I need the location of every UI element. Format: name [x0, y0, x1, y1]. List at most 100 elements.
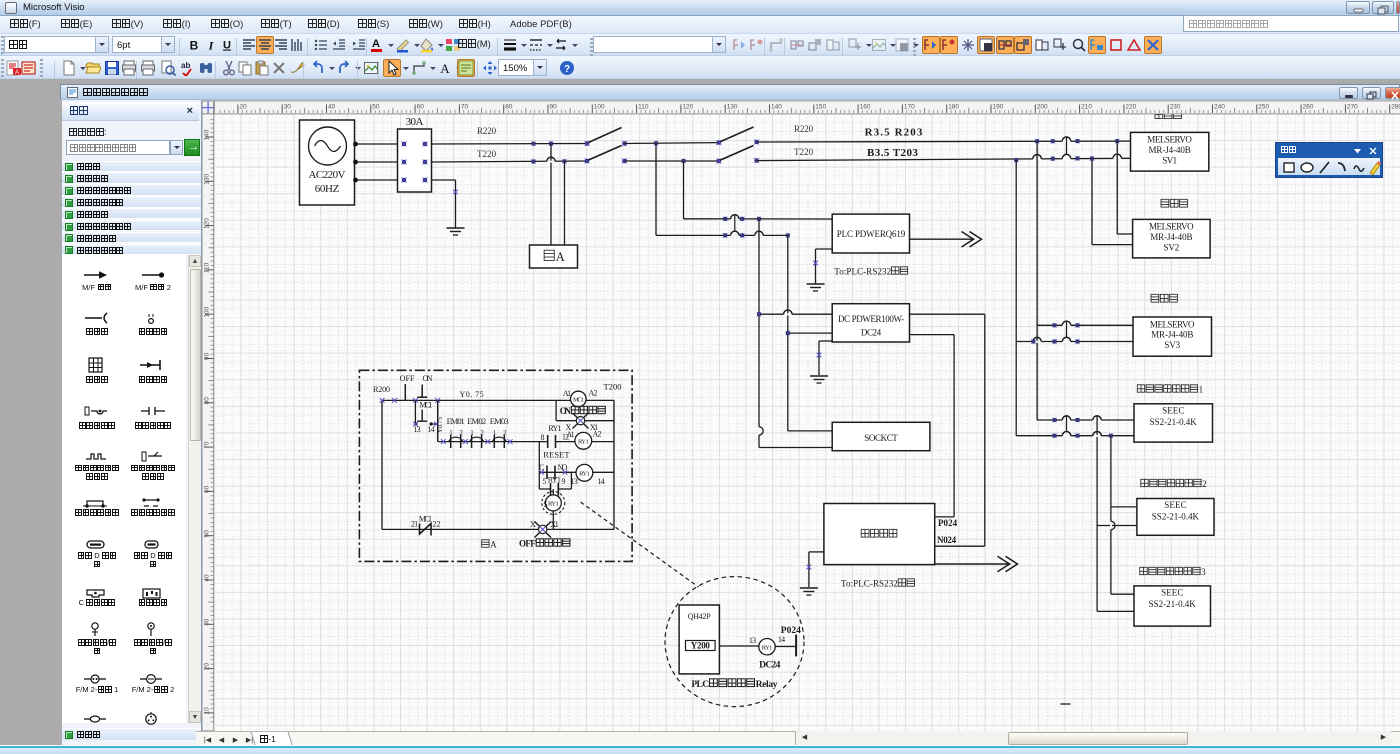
svg-text:1: 1	[470, 429, 474, 437]
svg-text:RY1: RY1	[547, 476, 560, 485]
svg-text:10: 10	[203, 707, 210, 715]
svg-text:90: 90	[203, 353, 210, 361]
svg-text:21: 21	[410, 520, 417, 529]
svg-text:MR-J4-40B: MR-J4-40B	[1150, 232, 1192, 242]
svg-text:N024: N024	[937, 535, 957, 545]
svg-text:A: A	[440, 61, 450, 76]
svg-text:60HZ: 60HZ	[314, 183, 339, 195]
svg-text:250: 250	[1258, 104, 1269, 111]
svg-text:40: 40	[203, 574, 210, 582]
svg-text:70: 70	[203, 441, 210, 449]
svg-text:170: 170	[903, 104, 914, 111]
svg-text:13: 13	[413, 425, 420, 434]
svg-text:C: C	[539, 463, 544, 472]
svg-text:QH42P: QH42P	[687, 612, 710, 621]
svg-text:SEEC: SEEC	[1164, 500, 1186, 510]
svg-text:RY1: RY1	[761, 645, 772, 652]
svg-text:OFF: OFF	[519, 539, 536, 549]
svg-text:DC24: DC24	[759, 661, 781, 671]
svg-text:5: 5	[543, 500, 547, 509]
svg-text:Y0.75: Y0.75	[436, 416, 444, 433]
svg-text:X: X	[565, 423, 571, 432]
svg-text:Y0. 75: Y0. 75	[459, 390, 483, 399]
svg-text:9: 9	[561, 477, 565, 486]
svg-text:EM01: EM01	[446, 416, 464, 426]
svg-text:60: 60	[203, 485, 210, 493]
svg-text:ON: ON	[559, 406, 571, 416]
svg-text:To:PLC-RS232: To:PLC-RS232	[834, 267, 891, 277]
svg-text:13: 13	[748, 636, 755, 645]
svg-text:80: 80	[203, 397, 210, 405]
svg-text:RY1: RY1	[578, 439, 589, 446]
svg-text:A2: A2	[588, 389, 597, 398]
svg-text:240: 240	[1214, 104, 1225, 111]
svg-text:Relay: Relay	[755, 680, 777, 690]
svg-text:RESET: RESET	[543, 450, 570, 460]
svg-text:B3.5 T203: B3.5 T203	[867, 147, 918, 159]
svg-text:130: 130	[726, 104, 737, 111]
svg-text:MELSERVO: MELSERVO	[1147, 135, 1192, 145]
svg-text:SV3: SV3	[1164, 340, 1180, 350]
svg-text:SV2: SV2	[1163, 242, 1179, 252]
svg-text:PLC PDWERQ619: PLC PDWERQ619	[836, 229, 905, 239]
svg-text:Y200: Y200	[690, 640, 710, 650]
svg-text:MC1: MC1	[419, 401, 432, 410]
svg-text:50: 50	[203, 530, 210, 538]
svg-text:80: 80	[505, 104, 513, 111]
svg-text:SEEC: SEEC	[1162, 405, 1184, 415]
svg-text:EM03: EM03	[489, 416, 508, 426]
svg-text:2: 2	[459, 429, 463, 437]
svg-text:A: A	[372, 38, 380, 50]
svg-text:A: A	[15, 70, 19, 76]
svg-text:T220: T220	[477, 149, 497, 159]
svg-text:T220: T220	[794, 147, 814, 157]
svg-text:SS2-21-0.4K: SS2-21-0.4K	[1148, 599, 1196, 609]
svg-text:NO: NO	[557, 463, 567, 472]
svg-text:280: 280	[1391, 104, 1400, 111]
svg-text:I: I	[208, 39, 215, 53]
svg-text:A: A	[490, 540, 497, 550]
svg-text:2: 2	[503, 429, 507, 437]
svg-text:110: 110	[203, 262, 210, 273]
svg-text:A: A	[555, 250, 564, 264]
svg-text:180: 180	[948, 104, 959, 111]
svg-text:SS2-21-0.4K: SS2-21-0.4K	[1151, 512, 1199, 522]
svg-text:14: 14	[597, 477, 604, 486]
svg-text:150: 150	[815, 104, 826, 111]
svg-text:MC1: MC1	[418, 515, 431, 524]
svg-text:60: 60	[416, 104, 424, 111]
svg-text:EM02: EM02	[467, 416, 486, 426]
svg-text:140: 140	[203, 129, 210, 140]
svg-text:P024: P024	[780, 626, 800, 636]
svg-text:190: 190	[992, 104, 1003, 111]
svg-text:14: 14	[427, 425, 434, 434]
svg-text:T200: T200	[603, 382, 621, 392]
svg-text:SV1: SV1	[1162, 155, 1177, 165]
svg-text:R3.5 R203: R3.5 R203	[864, 127, 922, 139]
svg-text:5: 5	[542, 477, 546, 486]
svg-text:30: 30	[283, 104, 291, 111]
svg-text:MR-J4-40B: MR-J4-40B	[1151, 330, 1193, 340]
svg-text:A1: A1	[562, 389, 570, 398]
svg-text:To:PLC-RS232: To:PLC-RS232	[841, 579, 898, 589]
svg-text:B: B	[190, 39, 199, 53]
svg-text:260: 260	[1302, 104, 1313, 111]
svg-text:X1: X1	[589, 423, 597, 432]
svg-text:RY1: RY1	[548, 424, 561, 433]
svg-text:20: 20	[239, 104, 247, 111]
svg-text:MR-J4-40B: MR-J4-40B	[1148, 145, 1190, 155]
svg-text:90: 90	[549, 104, 557, 111]
svg-text:ab: ab	[181, 61, 190, 70]
svg-text:SS2-21-0.4K: SS2-21-0.4K	[1149, 417, 1197, 427]
svg-text:3: 3	[1201, 567, 1206, 577]
svg-text:30: 30	[203, 618, 210, 626]
svg-text:RY1: RY1	[548, 501, 559, 508]
svg-text:20: 20	[203, 663, 210, 671]
svg-text:R200: R200	[373, 385, 390, 394]
svg-text:200: 200	[1036, 104, 1047, 111]
svg-text:SEEC: SEEC	[1161, 587, 1183, 597]
svg-text:220: 220	[1125, 104, 1136, 111]
svg-text:14: 14	[777, 635, 784, 644]
svg-text:R220: R220	[794, 124, 814, 134]
svg-text:2: 2	[1202, 479, 1207, 489]
